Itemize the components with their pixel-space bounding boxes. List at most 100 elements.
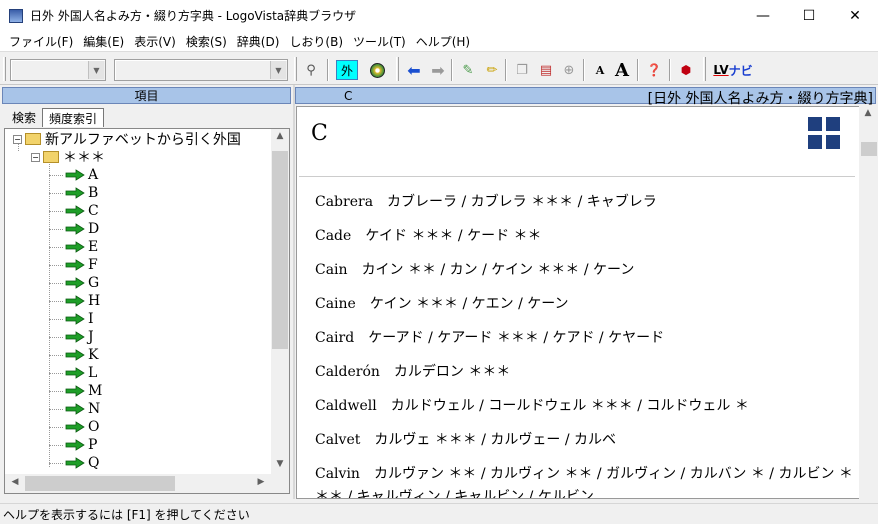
zoom-icon[interactable]: ⊕ (558, 59, 580, 81)
tree-horizontal-scrollbar[interactable]: ◀ ▶ (5, 474, 289, 493)
tree-letter-label: K (88, 347, 99, 363)
minimize-button[interactable]: — (740, 0, 786, 31)
menu-bookmark[interactable]: しおり(B) (284, 33, 348, 50)
entry-row: Cain カイン ＊＊ / カン / ケイン ＊＊＊ / ケーン (315, 259, 855, 282)
tree-line (49, 283, 63, 284)
green-arrow-icon (65, 367, 85, 379)
tree-letter-node[interactable]: C (65, 202, 99, 220)
tree-letter-node[interactable]: K (65, 346, 98, 364)
close-button[interactable]: ✕ (832, 0, 878, 31)
toolbar-separator (505, 59, 507, 81)
scroll-left-icon[interactable]: ◀ (7, 477, 23, 487)
tree-letter-node[interactable]: M (65, 382, 102, 400)
stop-icon[interactable]: ⬢ (675, 59, 697, 81)
grid-menu-icon[interactable] (808, 117, 840, 149)
highlighter-icon[interactable]: ✎ (457, 59, 479, 81)
menu-dictionary[interactable]: 辞典(D) (232, 33, 285, 50)
tree-sub-node[interactable]: − ＊＊＊ (31, 148, 105, 166)
green-arrow-icon (65, 457, 85, 469)
font-large-button[interactable]: A (611, 59, 633, 81)
entry-kana: ケイン ＊＊＊ / ケエン / ケーン (369, 296, 569, 312)
toolbar-grip[interactable] (294, 57, 297, 81)
green-arrow-icon (65, 169, 85, 181)
chevron-down-icon[interactable]: ▼ (270, 61, 286, 79)
entry-kana: カブレーラ / カブレラ ＊＊＊ / キャブレラ (387, 194, 657, 210)
folder-open-icon (43, 151, 59, 163)
collapse-icon[interactable]: − (31, 152, 40, 162)
toolbar-grip[interactable] (3, 57, 6, 81)
left-pane: 項目 検索 頻度索引 − 新アルファベットから引く外国 − ＊＊＊ ABCDEF… (0, 85, 293, 499)
tree-letter-node[interactable]: G (65, 274, 99, 292)
scroll-right-icon[interactable]: ▶ (253, 477, 269, 487)
tree-letter-node[interactable]: O (65, 418, 99, 436)
gaiji-button[interactable]: 外 (336, 60, 358, 80)
font-small-button[interactable]: A (589, 59, 611, 81)
green-arrow-icon (65, 295, 85, 307)
current-entry-label: C (344, 89, 353, 103)
entry-name: Cabrera (315, 194, 374, 210)
tree-line (49, 301, 63, 302)
scroll-up-icon[interactable]: ▲ (860, 108, 876, 118)
green-arrow-icon (65, 331, 85, 343)
scroll-thumb[interactable] (861, 142, 877, 156)
scroll-thumb[interactable] (272, 151, 288, 349)
right-pane: C [日外 外国人名よみ方・綴り方字典] C Cabrera カブレーラ / カブ… (295, 85, 878, 499)
help-pointer-icon[interactable]: ❓ (643, 59, 665, 81)
entry-name: Cade (315, 228, 352, 244)
menu-tools[interactable]: ツール(T) (348, 33, 411, 50)
collapse-icon[interactable]: − (13, 134, 22, 144)
toolbar-grip[interactable] (396, 57, 399, 81)
menu-edit[interactable]: 編集(E) (78, 33, 129, 50)
menu-file[interactable]: ファイル(F) (4, 33, 78, 50)
text-layout-icon[interactable]: ▤ (535, 59, 557, 81)
menu-search[interactable]: 検索(S) (181, 33, 232, 50)
marker-icon[interactable]: ✏ (481, 59, 503, 81)
lv-navi-button[interactable]: LV ナビ (711, 59, 755, 81)
entry-kana: カイン ＊＊ / カン / ケイン ＊＊＊ / ケーン (361, 262, 635, 278)
maximize-button[interactable]: ☐ (786, 0, 832, 31)
menu-view[interactable]: 表示(V) (129, 33, 181, 50)
tree-letter-node[interactable]: B (65, 184, 98, 202)
tree-letter-node[interactable]: N (65, 400, 100, 418)
menu-help[interactable]: ヘルプ(H) (411, 33, 475, 50)
tab-search[interactable]: 検索 (6, 108, 42, 127)
forward-arrow-icon[interactable]: ➡ (427, 59, 449, 81)
index-tree: − 新アルファベットから引く外国 − ＊＊＊ ABCDEFGHIJKLMNOPQ… (4, 128, 290, 494)
search-mode-combo[interactable]: ▼ (114, 59, 288, 81)
toolbar-grip[interactable] (703, 57, 706, 81)
dictionary-disc-icon[interactable] (366, 59, 388, 81)
tree-letter-node[interactable]: Q (65, 454, 99, 472)
back-arrow-icon[interactable]: ⬅ (403, 59, 425, 81)
green-arrow-icon (65, 223, 85, 235)
tree-root-label: 新アルファベットから引く外国 (45, 132, 241, 148)
tree-letter-node[interactable]: H (65, 292, 100, 310)
tree-letter-node[interactable]: E (65, 238, 98, 256)
scroll-down-icon[interactable]: ▼ (272, 459, 288, 469)
tree-letter-node[interactable]: F (65, 256, 98, 274)
tab-frequency-index[interactable]: 頻度索引 (42, 108, 105, 127)
tree-line (49, 319, 63, 320)
tree-vertical-scrollbar[interactable]: ▲ ▼ (271, 129, 289, 474)
tree-letter-node[interactable]: L (65, 364, 97, 382)
tree-line (49, 211, 63, 212)
tree-letter-node[interactable]: A (65, 166, 98, 184)
entry-row: Cade ケイド ＊＊＊ / ケード ＊＊ (315, 225, 855, 248)
tree-line (49, 175, 63, 176)
tree-letter-node[interactable]: D (65, 220, 99, 238)
chevron-down-icon[interactable]: ▼ (88, 61, 104, 79)
tree-root-node[interactable]: − 新アルファベットから引く外国 (13, 130, 241, 148)
entry-row: Calvin カルヴァン ＊＊ / カルヴィン ＊＊ / ガルヴィン / カルバン… (315, 463, 855, 498)
tree-letter-label: L (88, 365, 98, 381)
copy-icon[interactable]: ❐ (511, 59, 533, 81)
binoculars-icon[interactable]: ⚲ (300, 59, 322, 81)
scroll-up-icon[interactable]: ▲ (272, 131, 288, 141)
content-vertical-scrollbar[interactable]: ▲ (859, 106, 878, 499)
dictionary-combo[interactable]: ▼ (10, 59, 106, 81)
entry-name: Calderón (315, 364, 380, 380)
tree-letter-node[interactable]: I (65, 310, 94, 328)
tree-letter-node[interactable]: J (65, 328, 94, 346)
tree-line (49, 409, 63, 410)
entry-kana: カルデロン ＊＊＊ (393, 364, 511, 380)
tree-letter-node[interactable]: P (65, 436, 97, 454)
scroll-thumb[interactable] (25, 476, 175, 491)
